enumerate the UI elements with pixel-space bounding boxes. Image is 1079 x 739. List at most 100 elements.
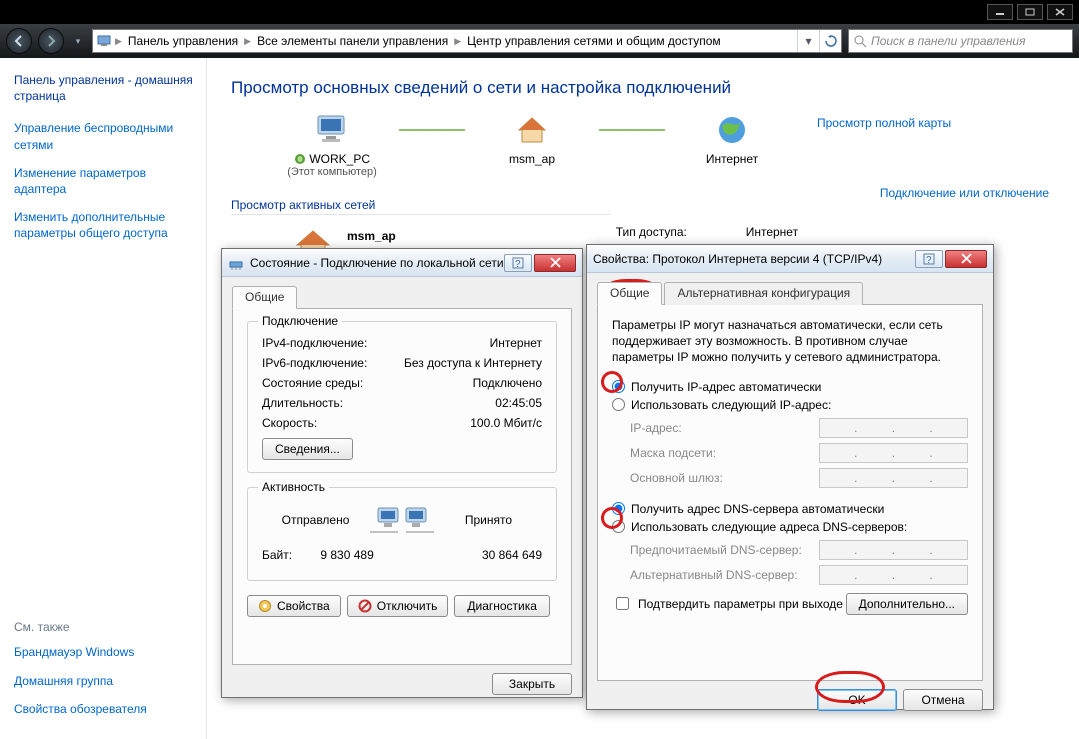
disable-button[interactable]: Отключить xyxy=(347,595,449,617)
dialog-close-button[interactable] xyxy=(534,254,576,272)
active-networks-header: Просмотр активных сетей xyxy=(231,198,611,215)
radio-ip-manual-input[interactable] xyxy=(612,398,625,411)
history-dropdown[interactable]: ▾ xyxy=(70,31,86,51)
access-type-label: Тип доступа: xyxy=(616,225,746,239)
chevron-right-icon: ▶ xyxy=(454,36,461,47)
validate-checkbox[interactable] xyxy=(616,597,629,610)
ok-button[interactable]: OK xyxy=(817,689,897,711)
dialog-titlebar[interactable]: Свойства: Протокол Интернета версии 4 (T… xyxy=(587,245,993,273)
group-connection: Подключение xyxy=(258,314,342,328)
dns1-field: ... xyxy=(819,540,968,560)
maximize-button[interactable] xyxy=(1017,4,1043,20)
dialog-titlebar[interactable]: Состояние - Подключение по локальной сет… xyxy=(222,249,582,277)
speed-label: Скорость: xyxy=(262,416,317,430)
help-button[interactable]: ? xyxy=(915,250,943,268)
node-pc-label: WORK_PC xyxy=(267,152,397,166)
connect-disconnect-link[interactable]: Подключение или отключение xyxy=(880,186,1049,200)
radio-ip-auto[interactable]: Получить IP-адрес автоматически xyxy=(612,380,968,394)
duration-label: Длительность: xyxy=(262,396,343,410)
connection-status-dialog: Состояние - Подключение по локальной сет… xyxy=(221,248,583,698)
tab-alternate[interactable]: Альтернативная конфигурация xyxy=(664,282,863,305)
minimize-button[interactable] xyxy=(987,4,1013,20)
radio-dns-auto[interactable]: Получить адрес DNS-сервера автоматически xyxy=(612,502,968,516)
explorer-navbar: ▾ ▶ Панель управления ▶ Все элементы пан… xyxy=(0,24,1079,58)
gateway-field: ... xyxy=(819,468,968,488)
diagnose-button[interactable]: Диагностика xyxy=(454,595,550,617)
ipv4-properties-dialog: Свойства: Протокол Интернета версии 4 (T… xyxy=(586,244,994,710)
breadcrumb-item[interactable]: Все элементы панели управления xyxy=(251,34,454,48)
network-center-icon xyxy=(93,30,115,52)
speed-value: 100.0 Мбит/с xyxy=(470,416,542,430)
sidebar-link-adapter[interactable]: Изменение параметров адаптера xyxy=(14,165,196,197)
help-button[interactable]: ? xyxy=(504,254,532,272)
node-ap-label: msm_ap xyxy=(467,152,597,166)
recv-label: Принято xyxy=(435,513,542,527)
chevron-right-icon: ▶ xyxy=(115,36,122,47)
radio-dns-manual-input[interactable] xyxy=(612,520,625,533)
sidebar-link-firewall[interactable]: Брандмауэр Windows xyxy=(14,644,196,660)
network-map: WORK_PC (Этот компьютер) msm_ap Интернет xyxy=(267,112,797,178)
gateway-label: Основной шлюз: xyxy=(630,471,819,485)
sidebar-link-wireless[interactable]: Управление беспроводными сетями xyxy=(14,120,196,152)
search-input[interactable]: Поиск в панели управления xyxy=(848,29,1073,53)
refresh-button[interactable] xyxy=(819,30,841,52)
close-button[interactable] xyxy=(1047,4,1073,20)
breadcrumb-item[interactable]: Панель управления xyxy=(122,34,244,48)
link-line xyxy=(397,112,467,148)
close-button[interactable]: Закрыть xyxy=(492,673,572,695)
media-value: Подключено xyxy=(473,376,542,390)
bytes-recv: 30 864 649 xyxy=(432,548,542,562)
globe-icon xyxy=(667,112,797,148)
sidebar-seealso-title: См. также xyxy=(14,620,196,634)
search-icon xyxy=(853,34,867,48)
dns2-field: ... xyxy=(819,565,968,585)
chevron-right-icon: ▶ xyxy=(244,36,251,47)
tab-general[interactable]: Общие xyxy=(232,286,297,309)
address-bar[interactable]: ▶ Панель управления ▶ Все элементы панел… xyxy=(92,29,842,53)
dialog-close-button[interactable] xyxy=(945,250,987,268)
address-dropdown[interactable]: ▾ xyxy=(797,30,819,52)
back-button[interactable] xyxy=(6,28,32,54)
sidebar-home[interactable]: Панель управления - домашняя страница xyxy=(14,72,196,104)
ipv4-description: Параметры IP могут назначаться автоматич… xyxy=(612,317,968,366)
link-line xyxy=(597,112,667,148)
radio-dns-manual[interactable]: Использовать следующие адреса DNS-сервер… xyxy=(612,520,968,534)
tab-general[interactable]: Общие xyxy=(597,282,662,305)
activity-icon xyxy=(369,502,435,538)
dns2-label: Альтернативный DNS-сервер: xyxy=(630,568,819,582)
radio-ip-manual[interactable]: Использовать следующий IP-адрес: xyxy=(612,398,968,412)
view-full-map-link[interactable]: Просмотр полной карты xyxy=(817,116,951,178)
house-icon xyxy=(467,112,597,148)
network-name: msm_ap xyxy=(347,229,396,243)
node-net-label: Интернет xyxy=(667,152,797,166)
page-title: Просмотр основных сведений о сети и наст… xyxy=(231,78,1055,98)
ipv4-label: IPv4-подключение: xyxy=(262,336,367,350)
group-activity: Активность xyxy=(258,480,329,494)
ipv6-value: Без доступа к Интернету xyxy=(404,356,542,370)
ip-address-label: IP-адрес: xyxy=(630,421,819,435)
ipv6-label: IPv6-подключение: xyxy=(262,356,367,370)
duration-value: 02:45:05 xyxy=(495,396,542,410)
breadcrumb-item[interactable]: Центр управления сетями и общим доступом xyxy=(461,34,727,48)
subnet-mask-label: Маска подсети: xyxy=(630,446,819,460)
search-placeholder: Поиск в панели управления xyxy=(871,34,1026,48)
advanced-button[interactable]: Дополнительно... xyxy=(846,593,968,615)
validate-checkbox-row[interactable]: Подтвердить параметры при выходе xyxy=(612,594,843,613)
forward-button[interactable] xyxy=(38,28,64,54)
properties-button[interactable]: Свойства xyxy=(247,595,341,617)
computer-icon xyxy=(267,112,397,148)
cancel-button[interactable]: Отмена xyxy=(903,689,983,711)
details-button[interactable]: Сведения... xyxy=(262,438,353,460)
ip-address-field: ... xyxy=(819,418,968,438)
svg-text:?: ? xyxy=(926,255,932,265)
sidebar-link-homegroup[interactable]: Домашняя группа xyxy=(14,673,196,689)
dns1-label: Предпочитаемый DNS-сервер: xyxy=(630,543,819,557)
subnet-mask-field: ... xyxy=(819,443,968,463)
bytes-sent: 9 830 489 xyxy=(292,548,402,562)
media-label: Состояние среды: xyxy=(262,376,363,390)
radio-dns-auto-input[interactable] xyxy=(612,502,625,515)
dialog-title: Состояние - Подключение по локальной сет… xyxy=(250,256,504,270)
radio-ip-auto-input[interactable] xyxy=(612,380,625,393)
sidebar-link-sharing[interactable]: Изменить дополнительные параметры общего… xyxy=(14,209,196,241)
sidebar-link-ieopts[interactable]: Свойства обозревателя xyxy=(14,701,196,717)
